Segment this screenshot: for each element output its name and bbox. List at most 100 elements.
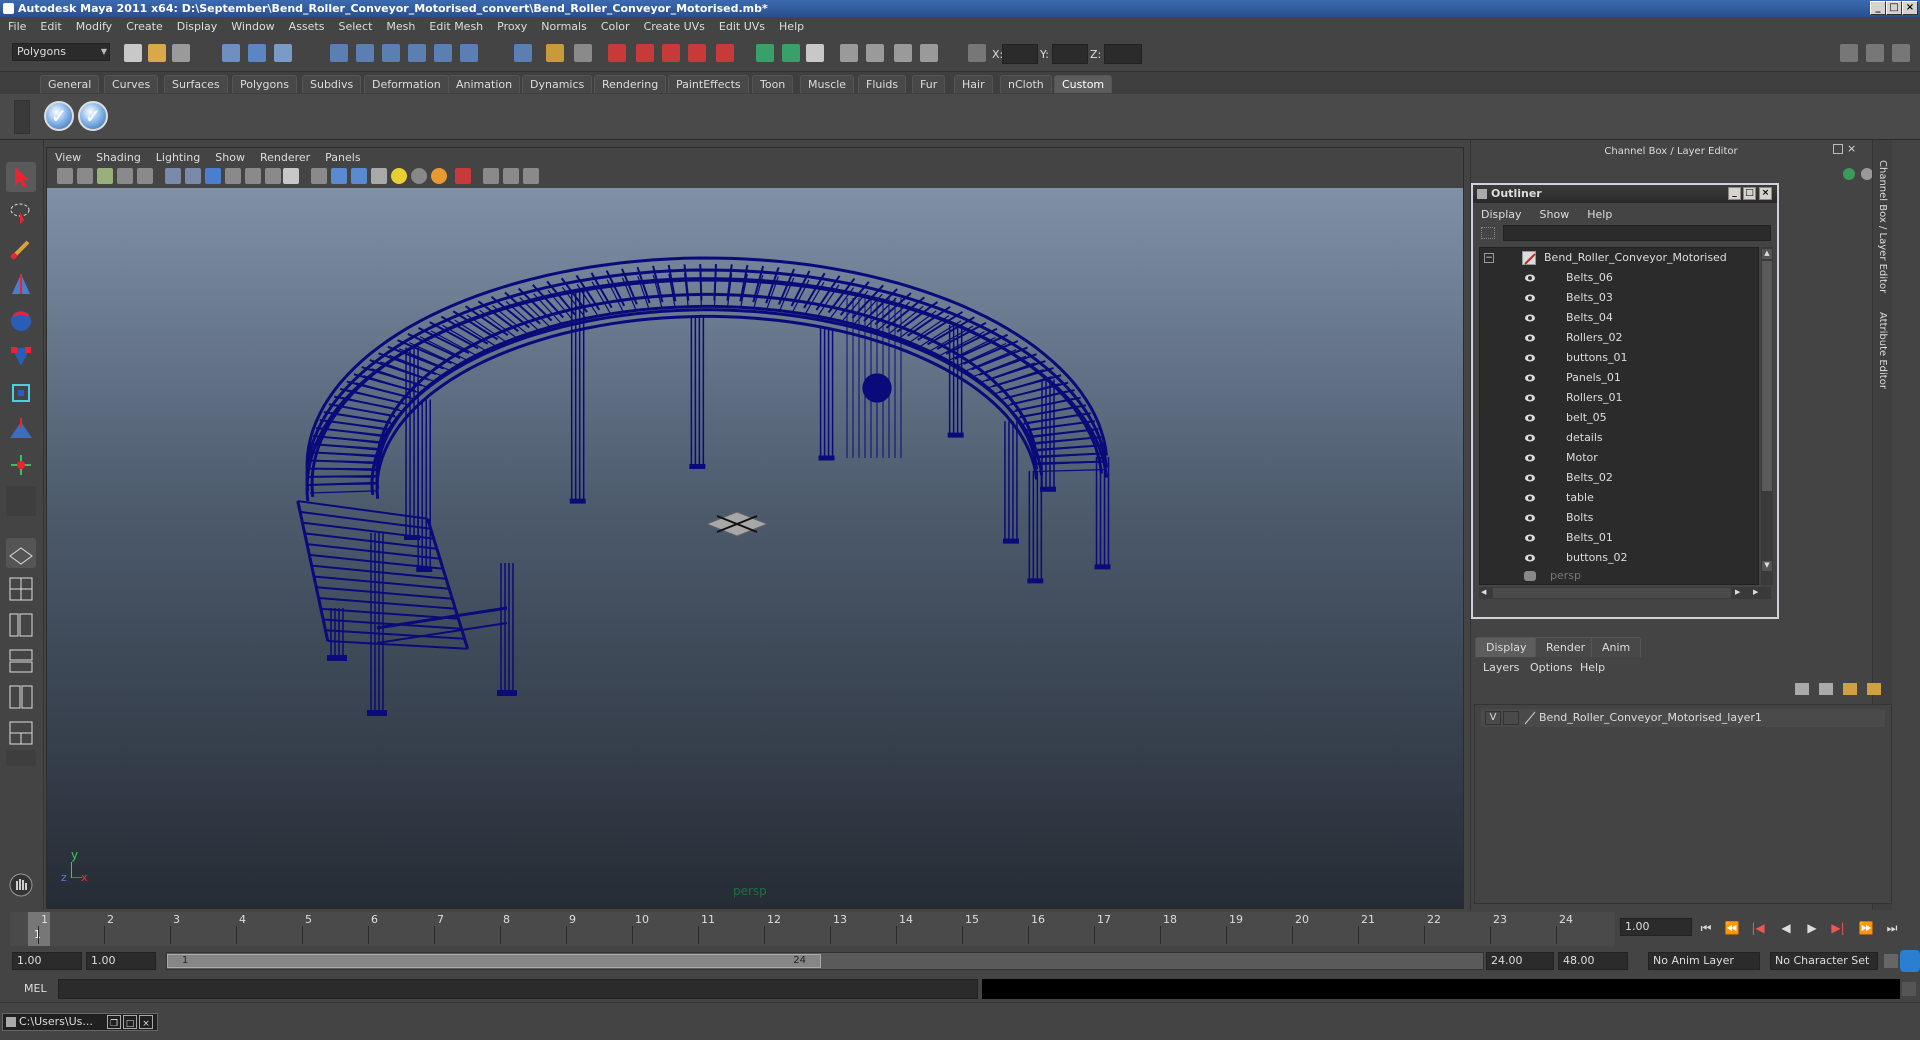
close-button[interactable]: × [1902, 1, 1918, 15]
shelf-tab-polygons[interactable]: Polygons [232, 75, 297, 93]
outliner-camera-row[interactable]: persp [1480, 566, 1758, 584]
make-live-icon[interactable] [434, 44, 452, 62]
show-tool-settings-icon[interactable] [782, 44, 800, 62]
render-icon[interactable] [608, 44, 626, 62]
outliner-item[interactable]: Motor [1480, 448, 1758, 468]
go-to-end-icon[interactable]: ⏭ [1882, 920, 1902, 936]
film-gate-icon[interactable] [185, 168, 201, 184]
layer-row[interactable]: V Bend_Roller_Conveyor_Motorised_layer1 [1481, 709, 1885, 727]
menu-edit[interactable]: Edit [40, 20, 61, 33]
outliner-horizontal-scrollbar[interactable]: ◀ ▶ ▶ [1479, 587, 1771, 599]
minimize-button[interactable]: _ [1870, 1, 1886, 15]
maximize-button[interactable]: □ [1886, 1, 1902, 15]
minimized-window[interactable]: C:\Users\Us... ❐ □ × [2, 1013, 158, 1031]
close-icon[interactable]: × [139, 1015, 153, 1029]
snap-grid-icon[interactable] [330, 44, 348, 62]
move-layer-down-icon[interactable] [1819, 683, 1833, 695]
side-tab-channel-box[interactable]: Channel Box / Layer Editor [1877, 160, 1888, 293]
outliner-menu-show[interactable]: Show [1540, 208, 1570, 221]
layer-visibility-toggle[interactable]: V [1485, 711, 1501, 725]
shelf-tab-fluids[interactable]: Fluids [858, 75, 907, 93]
new-scene-icon[interactable] [124, 44, 142, 62]
outliner-item[interactable]: buttons_01 [1480, 348, 1758, 368]
save-scene-icon[interactable] [172, 44, 190, 62]
shelf-tab-subdivs[interactable]: Subdivs [302, 75, 362, 93]
menu-proxy[interactable]: Proxy [497, 20, 527, 33]
outliner-menu-help[interactable]: Help [1587, 208, 1612, 221]
toggle-sidebar-icon[interactable] [1840, 44, 1858, 62]
show-attribute-editor-icon[interactable] [756, 44, 774, 62]
camera-attributes-icon[interactable] [77, 168, 93, 184]
help-icon[interactable] [514, 44, 532, 62]
resolution-gate-icon[interactable] [205, 168, 221, 184]
play-forwards-icon[interactable]: ▶ [1802, 920, 1822, 936]
layer-menu-layers[interactable]: Layers [1483, 661, 1519, 674]
gate-mask-icon[interactable] [225, 168, 241, 184]
shelf-tab-fur[interactable]: Fur [912, 75, 946, 93]
step-back-frame-icon[interactable]: ⏪ [1722, 920, 1742, 936]
select-tool-icon[interactable] [6, 162, 36, 192]
persp-graph-outliner-layout-icon[interactable] [6, 718, 36, 748]
outliner-item[interactable]: Rollers_02 [1480, 328, 1758, 348]
show-channel-box-icon[interactable] [806, 44, 824, 62]
snap-point-icon[interactable] [382, 44, 400, 62]
select-object-icon[interactable] [248, 44, 266, 62]
ipr-render-icon[interactable] [636, 44, 654, 62]
shelf-tab-curves[interactable]: Curves [104, 75, 159, 93]
outliner-item[interactable]: Belts_04 [1480, 308, 1758, 328]
soft-modification-icon[interactable] [6, 414, 36, 444]
layer-tab-render[interactable]: Render [1535, 637, 1597, 657]
viewport-menu-panels[interactable]: Panels [325, 151, 360, 164]
outliner-item[interactable]: Belts_02 [1480, 468, 1758, 488]
filter-icon[interactable] [1481, 227, 1495, 239]
step-forward-key-icon[interactable]: ▶| [1828, 920, 1848, 936]
step-back-key-icon[interactable]: |◀ [1748, 920, 1768, 936]
layer-tab-display[interactable]: Display [1475, 637, 1538, 657]
outliner-item[interactable]: Rollers_01 [1480, 388, 1758, 408]
range-slider[interactable]: 1 24 [166, 952, 1484, 970]
hypershade-persp-layout-icon[interactable] [6, 682, 36, 712]
shelf-tab-animation[interactable]: Animation [448, 75, 521, 93]
shelf-tab-painteffects[interactable]: PaintEffects [668, 75, 749, 93]
scroll-left-icon[interactable]: ◀ [1481, 588, 1491, 598]
outliner-root-row[interactable]: − Bend_Roller_Conveyor_Motorised [1480, 248, 1758, 268]
share-icon[interactable] [523, 168, 539, 184]
float-icon[interactable] [1833, 144, 1843, 154]
range-slider-handle[interactable]: 1 24 [167, 954, 821, 968]
outliner-item[interactable]: details [1480, 428, 1758, 448]
move-layer-up-icon[interactable] [1795, 683, 1809, 695]
universal-manipulator-icon[interactable] [6, 378, 36, 408]
layer-tab-anim[interactable]: Anim [1591, 637, 1642, 657]
menu-color[interactable]: Color [601, 20, 630, 33]
outliner-maximize-button[interactable]: □ [1743, 187, 1756, 200]
z-input[interactable] [1104, 44, 1142, 64]
character-set-dropdown[interactable]: No Character Set [1770, 952, 1878, 970]
toggle-tool-settings-icon[interactable] [1892, 44, 1910, 62]
menu-file[interactable]: File [8, 20, 26, 33]
menu-normals[interactable]: Normals [541, 20, 587, 33]
shelf-menu-handle[interactable] [14, 100, 30, 134]
persp-graph-layout-icon[interactable] [6, 646, 36, 676]
shelf-tab-dynamics[interactable]: Dynamics [522, 75, 593, 93]
outliner-menu-display[interactable]: Display [1481, 208, 1522, 221]
open-scene-icon[interactable] [148, 44, 166, 62]
shelf-tab-custom[interactable]: Custom [1054, 75, 1113, 93]
new-layer-selected-icon[interactable] [1867, 683, 1881, 695]
shelf-tab-deformation[interactable]: Deformation [364, 75, 449, 93]
textured-icon[interactable] [371, 168, 387, 184]
menu-create-uvs[interactable]: Create UVs [644, 20, 705, 33]
channel-key-icon[interactable] [1843, 168, 1855, 180]
maximize-icon[interactable]: □ [123, 1015, 137, 1029]
camera-icon[interactable] [840, 44, 858, 62]
time-slider[interactable]: 1123456789101112131415161718192021222324 [10, 912, 1615, 946]
outliner-item[interactable]: Belts_01 [1480, 528, 1758, 548]
select-component-icon[interactable] [274, 44, 292, 62]
restore-icon[interactable]: ❐ [107, 1015, 121, 1029]
move-tool-icon[interactable] [6, 270, 36, 300]
step-forward-frame-icon[interactable]: ⏩ [1856, 920, 1876, 936]
outliner-item[interactable]: table [1480, 488, 1758, 508]
scroll-down-icon[interactable]: ▼ [1762, 561, 1772, 571]
absolute-transform-icon[interactable] [968, 44, 986, 62]
viewport-menu-show[interactable]: Show [215, 151, 245, 164]
shelf-tab-ncloth[interactable]: nCloth [1000, 75, 1052, 93]
